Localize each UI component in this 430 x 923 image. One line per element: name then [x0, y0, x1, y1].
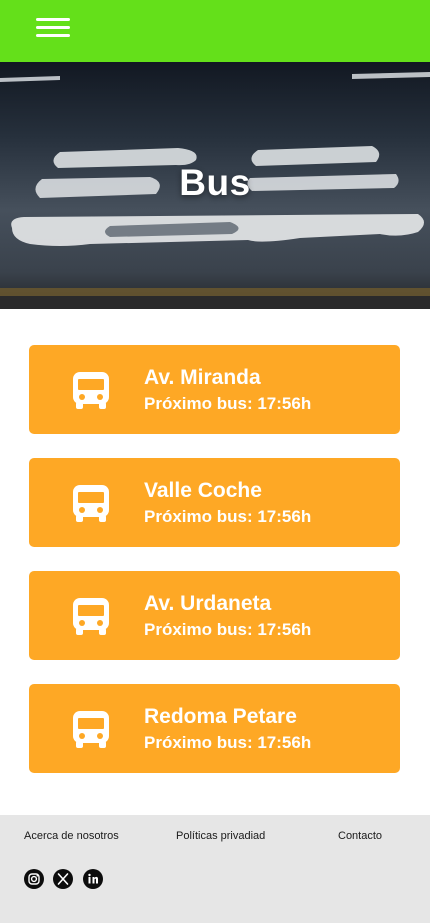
bus-icon [73, 372, 109, 409]
next-bus-time: Próximo bus: 17:56h [144, 394, 312, 413]
bus-icon [73, 598, 109, 635]
x-icon[interactable] [53, 869, 73, 889]
bus-stop-card[interactable]: Av. Urdaneta Próximo bus: 17:56h [29, 571, 400, 660]
privacy-link[interactable]: Políticas privadiad [176, 830, 265, 842]
about-link[interactable]: Acerca de nosotros [24, 830, 119, 842]
next-bus-time: Próximo bus: 17:56h [144, 620, 312, 639]
next-bus-time: Próximo bus: 17:56h [144, 733, 312, 752]
hamburger-menu-icon[interactable] [36, 17, 72, 39]
instagram-icon[interactable] [24, 869, 44, 889]
next-bus-time: Próximo bus: 17:56h [144, 507, 312, 526]
page-title: Bus [179, 162, 251, 203]
footer: Acerca de nosotros Políticas privadiad C… [0, 815, 430, 923]
top-bar [0, 0, 430, 62]
stop-name: Valle Coche [144, 479, 262, 502]
bus-stop-list: Av. Miranda Próximo bus: 17:56h Valle Co… [29, 345, 400, 797]
bus-icon [73, 711, 109, 748]
hero-banner: Bus [0, 62, 430, 309]
stop-name: Redoma Petare [144, 705, 297, 728]
bus-stop-card[interactable]: Valle Coche Próximo bus: 17:56h [29, 458, 400, 547]
stop-name: Av. Urdaneta [144, 592, 272, 615]
bus-stop-card[interactable]: Redoma Petare Próximo bus: 17:56h [29, 684, 400, 773]
stop-name: Av. Miranda [144, 366, 261, 389]
linkedin-icon[interactable] [83, 869, 103, 889]
bus-icon [73, 485, 109, 522]
contact-link[interactable]: Contacto [338, 830, 382, 842]
bus-stop-card[interactable]: Av. Miranda Próximo bus: 17:56h [29, 345, 400, 434]
